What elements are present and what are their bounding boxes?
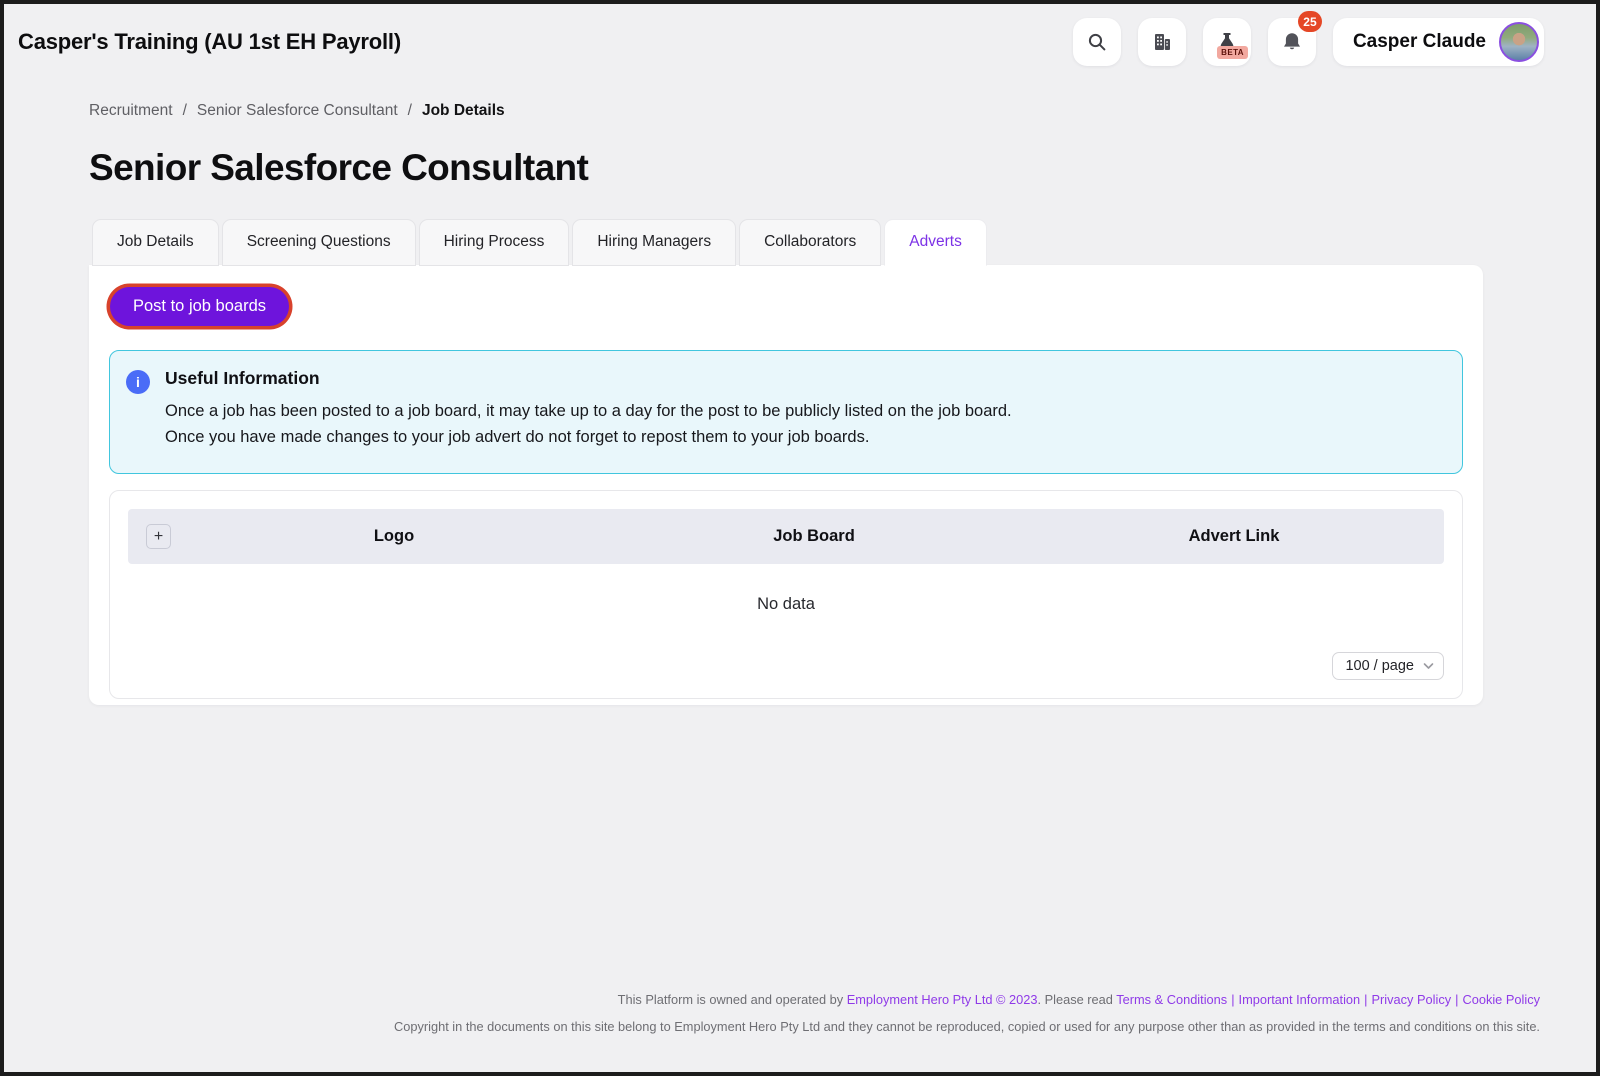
breadcrumb-separator: / (183, 102, 187, 120)
page-size-value: 100 / page (1345, 658, 1414, 674)
page-title: Senior Salesforce Consultant (89, 147, 1596, 189)
breadcrumb-item-job[interactable]: Senior Salesforce Consultant (197, 102, 398, 120)
privacy-policy-link[interactable]: Privacy Policy (1371, 992, 1451, 1007)
footer-text: . Please read (1038, 992, 1117, 1007)
recruitment-app-window: { "header": { "app_title": "Casper's Tra… (0, 0, 1600, 1076)
search-icon (1086, 31, 1108, 53)
user-name: Casper Claude (1353, 31, 1486, 53)
tab-adverts[interactable]: Adverts (884, 219, 987, 266)
footer-divider: | (1364, 992, 1367, 1007)
footer-text: This Platform is owned and operated by (618, 992, 847, 1007)
breadcrumb-item-current: Job Details (422, 102, 505, 120)
footer-divider: | (1231, 992, 1234, 1007)
column-header-advert-link: Advert Link (1024, 527, 1444, 546)
bell-icon (1280, 30, 1304, 54)
tab-collaborators[interactable]: Collaborators (739, 219, 881, 266)
pagination: 100 / page (128, 652, 1444, 680)
breadcrumb-separator: / (408, 102, 412, 120)
chevron-down-icon (1423, 662, 1434, 670)
table-empty-state: No data (128, 564, 1444, 652)
tab-bar: Job Details Screening Questions Hiring P… (92, 219, 1596, 266)
adverts-tab-panel: Post to job boards Useful Information On… (89, 265, 1483, 705)
tab-job-details[interactable]: Job Details (92, 219, 219, 266)
notification-count-badge: 25 (1298, 11, 1322, 32)
info-icon (126, 370, 150, 394)
footer-line-1: This Platform is owned and operated by E… (394, 992, 1540, 1007)
app-title: Casper's Training (AU 1st EH Payroll) (18, 29, 401, 55)
useful-information-callout: Useful Information Once a job has been p… (109, 350, 1463, 474)
post-to-job-boards-button[interactable]: Post to job boards (110, 287, 289, 326)
column-header-logo: Logo (184, 527, 604, 546)
footer-copyright: Copyright in the documents on this site … (394, 1019, 1540, 1034)
notifications-button[interactable]: 25 (1268, 18, 1316, 66)
buildings-icon (1150, 30, 1174, 54)
info-line-1: Once a job has been posted to a job boar… (165, 398, 1012, 424)
topbar: Casper's Training (AU 1st EH Payroll) (4, 4, 1596, 66)
organisation-switch-button[interactable] (1138, 18, 1186, 66)
breadcrumb-item-recruitment[interactable]: Recruitment (89, 102, 173, 120)
tab-screening-questions[interactable]: Screening Questions (222, 219, 416, 266)
cookie-policy-link[interactable]: Cookie Policy (1462, 992, 1540, 1007)
beta-features-button[interactable]: BETA (1203, 18, 1251, 66)
column-header-job-board: Job Board (604, 527, 1024, 546)
tab-hiring-process[interactable]: Hiring Process (419, 219, 570, 266)
site-footer: This Platform is owned and operated by E… (394, 992, 1540, 1034)
tab-hiring-managers[interactable]: Hiring Managers (572, 219, 736, 266)
header-actions: BETA 25 Casper Claude (1073, 18, 1544, 66)
search-button[interactable] (1073, 18, 1121, 66)
user-menu[interactable]: Casper Claude (1333, 18, 1544, 66)
useful-information-content: Useful Information Once a job has been p… (165, 368, 1012, 450)
employment-hero-link[interactable]: Employment Hero Pty Ltd © 2023 (847, 992, 1038, 1007)
breadcrumb: Recruitment / Senior Salesforce Consulta… (89, 102, 1596, 120)
important-information-link[interactable]: Important Information (1239, 992, 1361, 1007)
footer-divider: | (1455, 992, 1458, 1007)
info-title: Useful Information (165, 368, 1012, 389)
adverts-table-header: + Logo Job Board Advert Link (128, 509, 1444, 564)
terms-and-conditions-link[interactable]: Terms & Conditions (1116, 992, 1227, 1007)
adverts-table-card: + Logo Job Board Advert Link No data 100… (109, 490, 1463, 699)
info-line-2: Once you have made changes to your job a… (165, 424, 1012, 450)
expand-all-button[interactable]: + (146, 524, 171, 549)
user-avatar (1499, 22, 1539, 62)
page-size-select[interactable]: 100 / page (1332, 652, 1444, 680)
beta-badge: BETA (1217, 46, 1248, 59)
